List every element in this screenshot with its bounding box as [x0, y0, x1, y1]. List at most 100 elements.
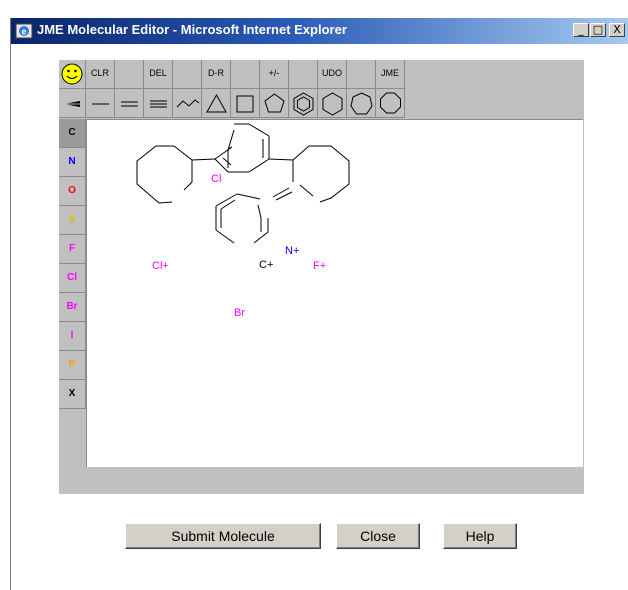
bond-line	[299, 184, 314, 197]
atom-symbol-c: C	[68, 127, 76, 138]
jme-info-button[interactable]: JME	[376, 60, 405, 89]
atom-label: C+	[259, 259, 273, 271]
pentagon-ring-icon	[264, 93, 285, 113]
triangle-ring-icon	[206, 93, 227, 113]
benzene-ring-icon	[293, 92, 314, 116]
atom-button-n[interactable]: N	[59, 148, 86, 177]
bond-line	[173, 145, 193, 191]
help-button[interactable]: Help	[443, 523, 517, 549]
atom-button-cl[interactable]: Cl	[59, 264, 86, 293]
atom-button-x[interactable]: X	[59, 380, 86, 409]
atom-button-o[interactable]: O	[59, 177, 86, 206]
ring-8-button[interactable]	[376, 89, 405, 118]
svg-text:e: e	[21, 27, 26, 37]
bond-line	[191, 158, 216, 161]
bond-line	[215, 193, 238, 207]
internet-explorer-icon: e	[15, 23, 33, 39]
stereo-bond-icon	[64, 101, 80, 107]
jme-applet: CLR DEL D-R +/- UDO JME C N O S F Cl Br …	[59, 60, 584, 494]
ring-3-button[interactable]	[202, 89, 231, 118]
bond-line	[236, 193, 261, 200]
stereo-bond-button[interactable]	[59, 89, 86, 118]
charge-button[interactable]: +/-	[260, 60, 289, 89]
clear-label: CLR	[90, 68, 109, 78]
heptagon-ring-icon	[350, 92, 373, 115]
delete-r-group-button[interactable]: D-R	[202, 60, 231, 89]
single-bond-icon	[92, 103, 109, 105]
molecule-canvas[interactable]: Cl Cl+ N+ F+ C+ Br	[86, 119, 583, 467]
atom-symbol-f: F	[68, 243, 76, 254]
bond-line	[248, 123, 270, 137]
bond-line	[220, 199, 236, 210]
double-bond-button[interactable]	[115, 89, 144, 118]
octagon-ring-icon	[380, 92, 401, 114]
minimize-button[interactable]: _	[573, 23, 589, 37]
triple-bond-icon	[150, 100, 167, 108]
jme-label: JME	[381, 68, 399, 78]
triple-bond-button[interactable]	[144, 89, 173, 118]
bond-line	[215, 229, 235, 244]
atom-button-br[interactable]: Br	[59, 293, 86, 322]
atom-button-p[interactable]: P	[59, 351, 86, 380]
bond-line	[253, 231, 269, 244]
ring-5-button[interactable]	[260, 89, 289, 118]
double-bond-icon	[121, 101, 138, 107]
maximize-button[interactable]: □	[590, 23, 606, 37]
molecule-structure: Cl Cl+ N+ F+ C+ Br	[136, 123, 350, 319]
toolbar-empty-5[interactable]	[347, 60, 376, 89]
clear-button[interactable]: CLR	[86, 60, 115, 89]
toolbar-empty-4[interactable]	[289, 60, 318, 89]
benzene-ring-button[interactable]	[289, 89, 318, 118]
atom-symbol-s: S	[68, 214, 76, 225]
chain-icon	[176, 99, 200, 108]
bond-line	[268, 158, 294, 161]
dr-label: D-R	[208, 68, 224, 78]
atom-label: Cl	[211, 173, 221, 185]
bond-line	[257, 204, 262, 219]
chain-button[interactable]	[173, 89, 202, 118]
charge-label: +/-	[268, 68, 280, 78]
ring-4-button[interactable]	[231, 89, 260, 118]
toolbar-empty-2[interactable]	[173, 60, 202, 89]
ring-6-button[interactable]	[318, 89, 347, 118]
atom-symbol-o: O	[68, 185, 76, 196]
single-bond-button[interactable]	[86, 89, 115, 118]
atom-symbol-p: P	[68, 359, 76, 370]
toolbar-empty-3[interactable]	[231, 60, 260, 89]
bond-line	[248, 158, 270, 173]
smiley-button[interactable]	[59, 60, 86, 89]
atom-label: Br	[234, 307, 245, 319]
browser-window: e JME Molecular Editor - Microsoft Inter…	[10, 18, 628, 590]
submit-molecule-button[interactable]: Submit Molecule	[125, 523, 321, 549]
undo-label: UDO	[322, 68, 342, 78]
delete-button[interactable]: DEL	[144, 60, 173, 89]
close-button[interactable]: Close	[336, 523, 420, 549]
bond-line	[222, 157, 232, 166]
bond-line	[292, 145, 350, 203]
atom-symbol-cl: Cl	[67, 272, 77, 283]
atom-label: F+	[313, 260, 326, 272]
atom-button-c[interactable]: C	[59, 119, 86, 148]
atom-symbol-br: Br	[66, 301, 78, 312]
delete-label: DEL	[149, 68, 167, 78]
atom-button-i[interactable]: I	[59, 322, 86, 351]
atom-symbol-n: N	[68, 156, 76, 167]
toolbar-empty-1[interactable]	[115, 60, 144, 89]
bond-line	[136, 145, 174, 204]
close-window-button[interactable]: X	[609, 23, 625, 37]
atom-button-f[interactable]: F	[59, 235, 86, 264]
atom-symbol-x: X	[68, 388, 76, 399]
atom-symbol-i: I	[70, 330, 74, 341]
title-bar[interactable]: e JME Molecular Editor - Microsoft Inter…	[11, 18, 628, 44]
bond-line	[272, 187, 290, 198]
smiley-icon	[61, 63, 83, 85]
hexagon-ring-icon	[322, 92, 343, 116]
undo-button[interactable]: UDO	[318, 60, 347, 89]
bond-line	[275, 191, 293, 201]
atom-label: Cl+	[152, 260, 169, 272]
atom-button-s[interactable]: S	[59, 206, 86, 235]
atom-label: N+	[285, 245, 299, 257]
ring-7-button[interactable]	[347, 89, 376, 118]
square-ring-icon	[236, 95, 254, 113]
window-title: JME Molecular Editor - Microsoft Interne…	[37, 22, 347, 37]
